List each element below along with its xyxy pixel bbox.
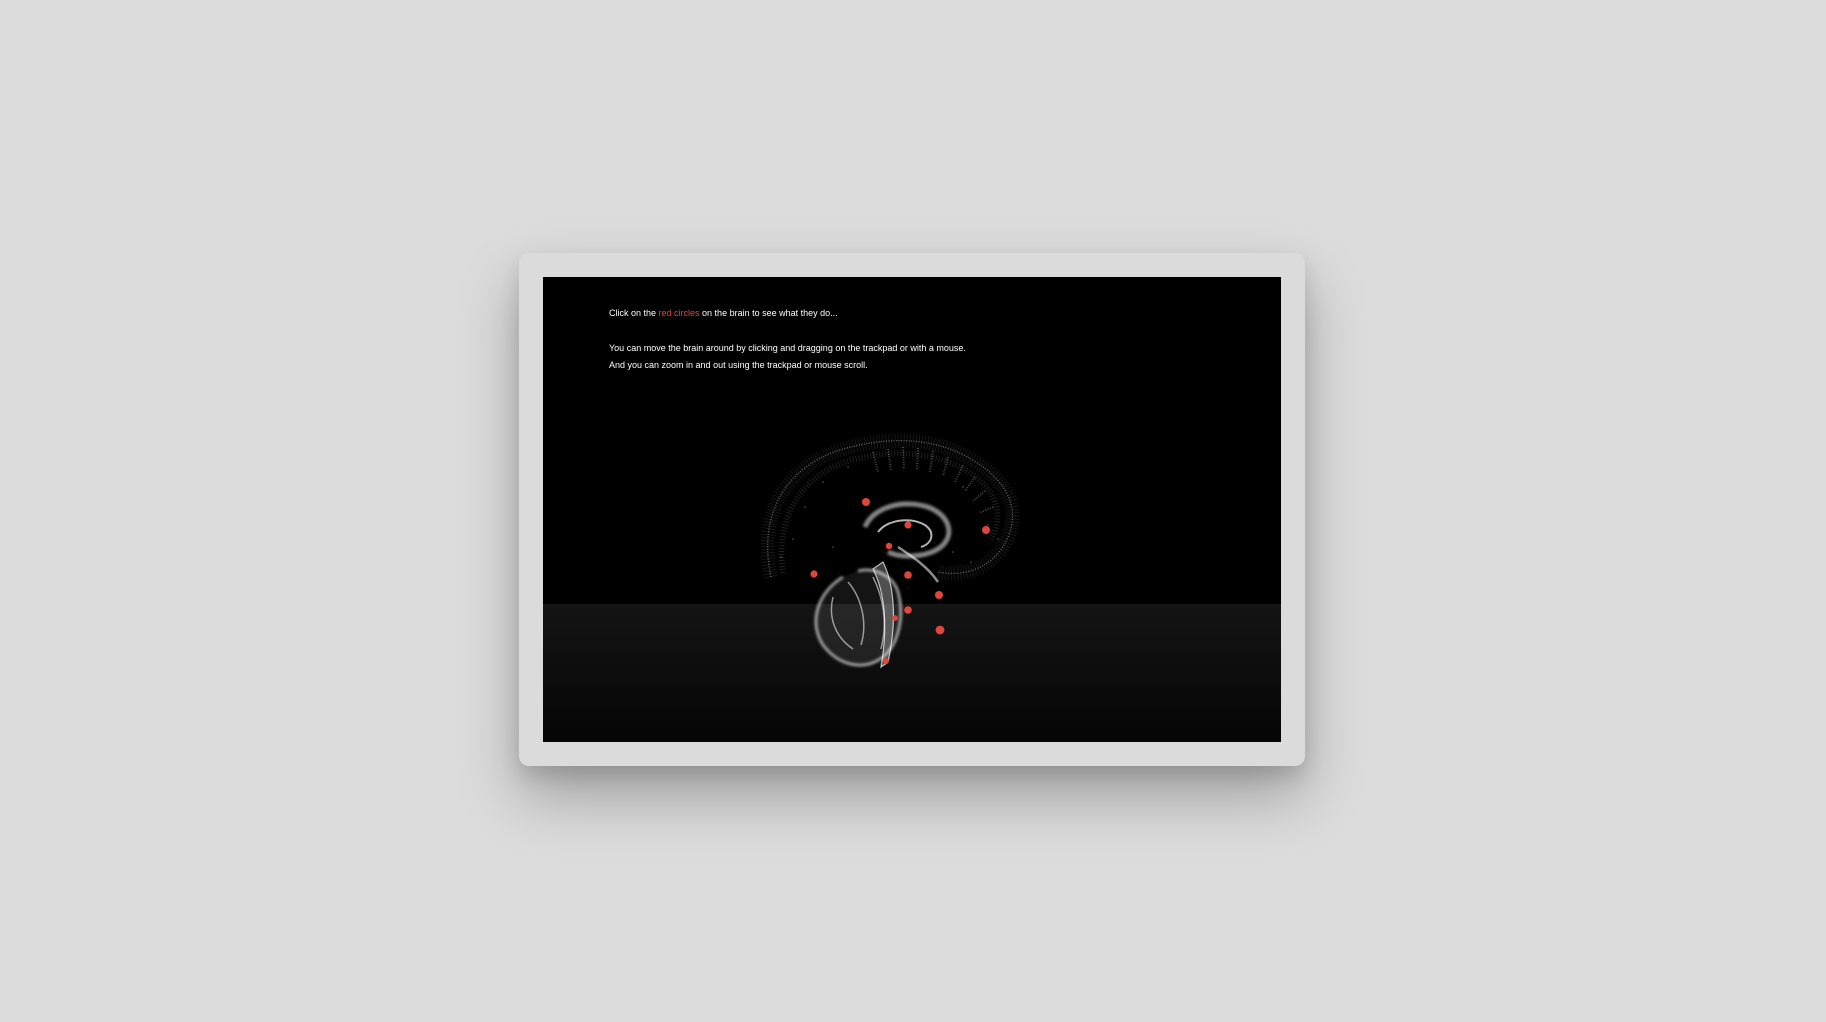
brain-viewer-canvas[interactable]: Click on the red circles on the brain to… xyxy=(543,277,1281,742)
hotspot-11[interactable] xyxy=(883,658,889,664)
hotspot-3[interactable] xyxy=(982,526,990,534)
hotspot-2[interactable] xyxy=(904,521,912,529)
hotspot-8[interactable] xyxy=(904,606,912,614)
instructions-panel: Click on the red circles on the brain to… xyxy=(609,305,966,374)
hotspot-7[interactable] xyxy=(935,591,943,599)
brain-point-cloud[interactable] xyxy=(760,433,1020,669)
hotspot-10[interactable] xyxy=(935,625,945,635)
instruction-click-suffix: on the brain to see what they do... xyxy=(699,308,838,318)
hotspot-5[interactable] xyxy=(810,570,818,578)
hotspot-1[interactable] xyxy=(862,498,870,506)
red-circles-highlight: red circles xyxy=(658,308,700,318)
instruction-zoom: And you can zoom in and out using the tr… xyxy=(609,360,868,370)
instruction-move: You can move the brain around by clickin… xyxy=(609,343,966,353)
instruction-click: Click on the red circles on the brain to… xyxy=(609,305,966,322)
hotspot-4[interactable] xyxy=(885,542,893,550)
hotspot-6[interactable] xyxy=(904,571,912,579)
hotspot-9[interactable] xyxy=(892,615,898,621)
device-frame: Click on the red circles on the brain to… xyxy=(519,253,1305,766)
instruction-click-prefix: Click on the xyxy=(609,308,659,318)
